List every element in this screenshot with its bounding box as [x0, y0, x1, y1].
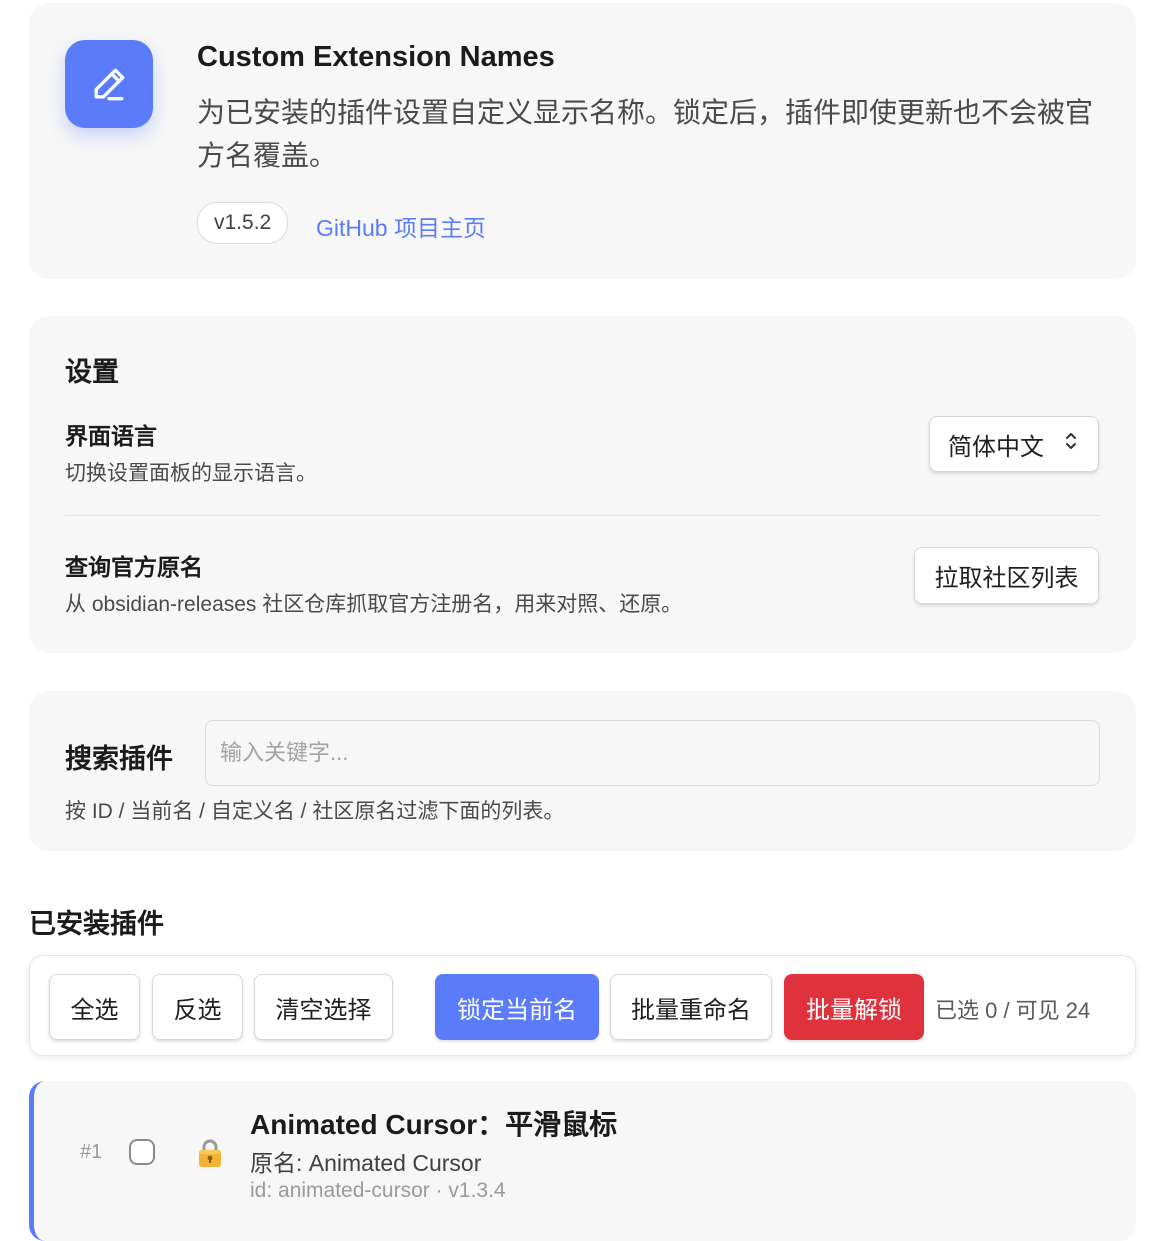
plugin-index: #1 — [80, 1141, 103, 1163]
plugin-header-card: Custom Extension Names 为已安装的插件设置自定义显示名称。… — [29, 3, 1136, 279]
settings-divider — [65, 515, 1100, 516]
lock-icon[interactable] — [197, 1138, 223, 1173]
plugin-row[interactable]: #1 Animated Cursor：平滑鼠标 原名: Animated Cur… — [29, 1081, 1136, 1241]
search-input[interactable] — [205, 720, 1100, 786]
installed-plugins-heading: 已安装插件 — [29, 909, 164, 939]
settings-card: 设置 界面语言 切换设置面板的显示语言。 简体中文 查询官方原名 从 obsid… — [29, 316, 1136, 653]
chevron-updown-icon — [1064, 430, 1078, 458]
page-title: Custom Extension Names — [197, 41, 555, 73]
settings-title: 设置 — [65, 357, 119, 387]
search-label: 搜索插件 — [65, 744, 173, 774]
search-hint: 按 ID / 当前名 / 自定义名 / 社区原名过滤下面的列表。 — [65, 800, 565, 823]
official-name-setting-name: 查询官方原名 — [65, 554, 203, 580]
plugin-original-name: 原名: Animated Cursor — [250, 1150, 482, 1176]
batch-unlock-button[interactable]: 批量解锁 — [784, 974, 924, 1040]
selection-count: 已选 0 / 可见 24 — [935, 998, 1091, 1023]
invert-selection-button[interactable]: 反选 — [152, 974, 243, 1040]
github-link[interactable]: GitHub 项目主页 — [316, 209, 486, 243]
clear-selection-button[interactable]: 清空选择 — [254, 974, 393, 1040]
plugin-select-checkbox[interactable] — [129, 1139, 155, 1165]
version-badge: v1.5.2 — [197, 202, 289, 244]
language-select-value: 简体中文 — [948, 433, 1044, 461]
bulk-action-toolbar: 全选 反选 清空选择 锁定当前名 批量重命名 批量解锁 已选 0 / 可见 24 — [29, 955, 1136, 1056]
language-select[interactable]: 简体中文 — [929, 416, 1099, 472]
language-setting-name: 界面语言 — [65, 423, 157, 449]
pencil-icon — [65, 40, 153, 128]
plugin-description: 为已安装的插件设置自定义显示名称。锁定后，插件即使更新也不会被官方名覆盖。 — [197, 97, 1094, 171]
lock-current-name-button[interactable]: 锁定当前名 — [435, 974, 599, 1040]
select-all-button[interactable]: 全选 — [49, 974, 140, 1040]
plugin-title: Animated Cursor：平滑鼠标 — [250, 1109, 618, 1140]
official-name-setting-desc: 从 obsidian-releases 社区仓库抓取官方注册名，用来对照、还原。 — [65, 593, 683, 616]
language-setting-desc: 切换设置面板的显示语言。 — [65, 462, 317, 485]
fetch-community-list-button[interactable]: 拉取社区列表 — [914, 547, 1099, 604]
batch-rename-button[interactable]: 批量重命名 — [610, 974, 772, 1040]
search-card: 搜索插件 按 ID / 当前名 / 自定义名 / 社区原名过滤下面的列表。 — [29, 691, 1136, 851]
plugin-meta: id: animated-cursor · v1.3.4 — [250, 1179, 506, 1202]
